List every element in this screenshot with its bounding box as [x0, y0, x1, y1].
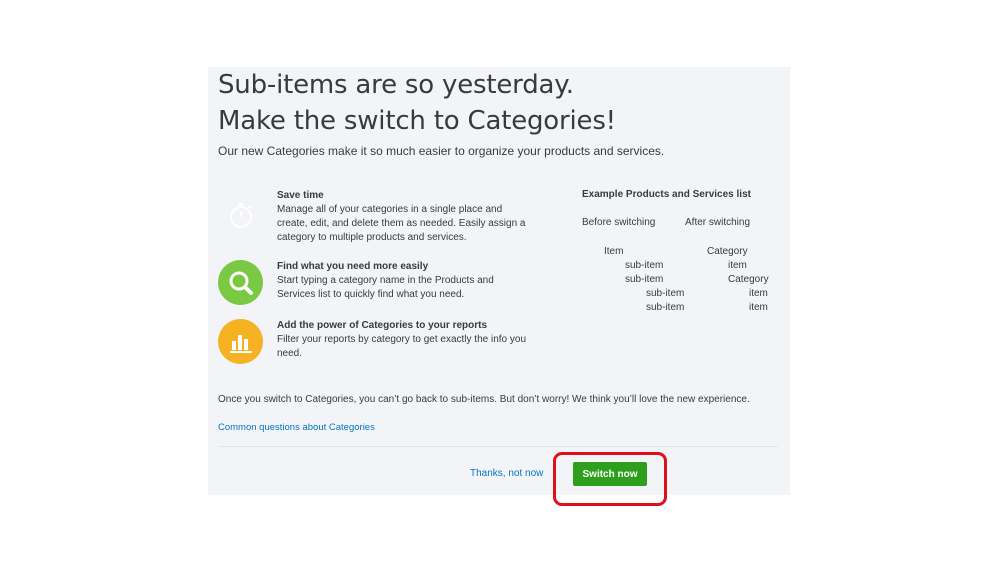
after-row: item	[749, 302, 768, 313]
title-line-1: Sub-items are so yesterday.	[218, 70, 574, 100]
switch-now-highlight-annotation	[553, 452, 667, 506]
feature-body: Start typing a category name in the Prod…	[277, 275, 494, 300]
dialog-subtitle: Our new Categories make it so much easie…	[218, 144, 665, 158]
feature-heading: Find what you need more easily	[277, 261, 429, 272]
after-row: Category	[728, 274, 769, 285]
thanks-not-now-link[interactable]: Thanks, not now	[470, 468, 543, 479]
before-row: sub-item	[625, 274, 664, 285]
common-questions-link[interactable]: Common questions about Categories	[218, 422, 375, 433]
dialog-title: Sub-items are so yesterday. Make the swi…	[218, 67, 616, 139]
feature-heading: Add the power of Categories to your repo…	[277, 320, 488, 331]
before-row: sub-item	[625, 260, 664, 271]
before-row: sub-item	[646, 302, 685, 313]
before-row: sub-item	[646, 288, 685, 299]
after-row: item	[749, 288, 768, 299]
before-switching-label: Before switching	[582, 217, 656, 228]
bar-chart-icon	[218, 319, 263, 364]
before-row: Item	[604, 246, 624, 257]
feature-heading: Save time	[277, 190, 324, 201]
feature-body: Manage all of your categories in a singl…	[277, 204, 526, 243]
after-row: item	[728, 260, 747, 271]
switch-warning-note: Once you switch to Categories, you can’t…	[218, 394, 750, 405]
stopwatch-icon	[218, 192, 263, 237]
title-line-2: Make the switch to Categories!	[218, 106, 616, 136]
footer-divider	[218, 446, 778, 447]
example-heading: Example Products and Services list	[582, 189, 751, 200]
magnifier-icon	[218, 260, 263, 305]
feature-body: Filter your reports by category to get e…	[277, 334, 527, 359]
after-row: Category	[707, 246, 748, 257]
after-switching-label: After switching	[685, 217, 751, 228]
switch-to-categories-dialog: Sub-items are so yesterday. Make the swi…	[208, 67, 790, 495]
